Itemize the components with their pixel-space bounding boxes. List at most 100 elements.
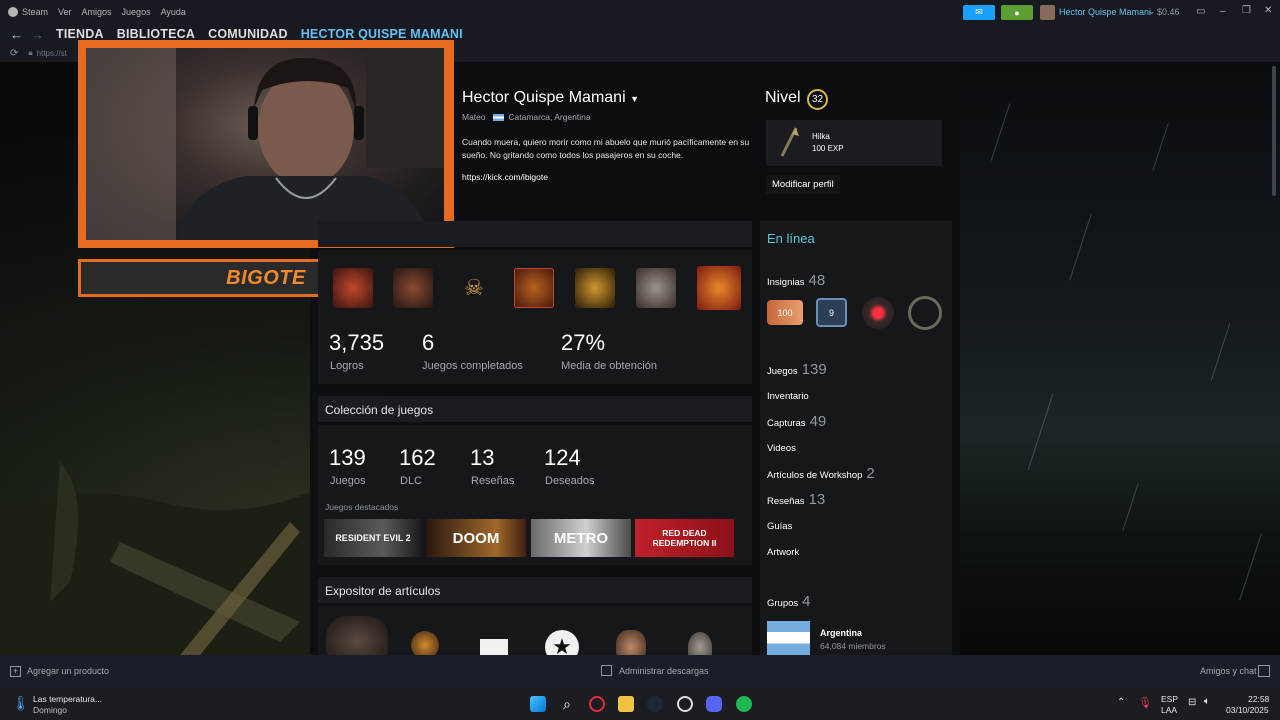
badge-100[interactable]: 100 <box>767 300 803 325</box>
badge-gem[interactable] <box>862 297 894 329</box>
avatar[interactable] <box>1040 5 1055 20</box>
notifications-button[interactable]: ● <box>1001 5 1033 20</box>
account-name[interactable]: Hector Quispe Mamani <box>1059 7 1151 17</box>
completion-rate: 27% <box>561 330 606 355</box>
reviews-link[interactable]: Reseñas 13 <box>767 491 825 508</box>
thermometer-icon[interactable]: 🌡︎ <box>12 695 30 712</box>
groups-link[interactable]: Grupos 4 <box>767 593 811 610</box>
achievement-icon-4[interactable] <box>514 268 554 308</box>
chevron-down-icon[interactable]: ⌄ <box>1148 6 1156 17</box>
chat-icon[interactable] <box>1258 665 1270 677</box>
manage-downloads-button[interactable]: Administrar descargas <box>619 666 709 676</box>
achievement-icon-6[interactable] <box>636 268 676 308</box>
url-text[interactable]: https://st <box>37 49 67 58</box>
clock-date[interactable]: 03/10/2025 <box>1226 705 1269 715</box>
featured-game-rdr2[interactable]: RED DEAD REDEMPTION II <box>635 519 734 557</box>
microphone-icon[interactable]: 🎙︎ <box>1138 696 1152 709</box>
minimize-icon[interactable]: – <box>1220 6 1226 17</box>
games-completed-label: Juegos completados <box>422 360 523 372</box>
add-product-button[interactable]: Agregar un producto <box>27 666 109 676</box>
windows-start-icon[interactable] <box>530 696 546 712</box>
steam-taskbar-icon[interactable] <box>647 696 663 712</box>
achievements-total: 3,735 <box>329 330 385 355</box>
collection-header[interactable]: Colección de juegos <box>318 396 752 422</box>
group-avatar-argentina[interactable] <box>767 621 810 655</box>
tray-chevron-icon[interactable]: ⌃ <box>1117 697 1125 708</box>
language-top[interactable]: ESP <box>1161 694 1178 704</box>
menu-games[interactable]: Juegos <box>122 7 151 17</box>
collection-dlc-count[interactable]: 162 <box>399 445 436 471</box>
steam-logo-icon[interactable] <box>8 7 18 17</box>
achievement-icon-7[interactable] <box>697 266 741 310</box>
featured-game-doom[interactable]: DOOM <box>426 519 526 557</box>
group-name[interactable]: Argentina <box>820 628 862 638</box>
achievement-icon-2[interactable] <box>393 268 433 308</box>
add-icon[interactable]: + <box>10 666 21 677</box>
inventory-link[interactable]: Inventario <box>767 391 809 402</box>
collection-wishlist-count[interactable]: 124 <box>544 445 581 471</box>
tab-library[interactable]: BIBLIOTECA <box>117 27 195 41</box>
showcase-item-1[interactable] <box>326 616 388 655</box>
featured-games-label: Juegos destacados <box>325 502 399 512</box>
menu-steam[interactable]: Steam <box>22 7 48 17</box>
menu-friends[interactable]: Amigos <box>82 7 112 17</box>
badge-name: Hilka <box>812 132 830 141</box>
badges-link[interactable]: Insignias 48 <box>767 272 825 289</box>
back-arrow-icon[interactable]: ← <box>10 27 23 42</box>
search-icon[interactable]: ⌕ <box>559 696 575 712</box>
friends-chat-button[interactable]: Amigos y chat <box>1200 666 1257 676</box>
guides-link[interactable]: Guías <box>767 521 792 532</box>
weather-title[interactable]: Las temperatura... <box>33 694 102 704</box>
reload-icon[interactable]: ⟳ <box>10 48 18 59</box>
big-picture-icon[interactable]: ▭ <box>1196 6 1205 17</box>
showcase-header[interactable]: Expositor de artículos <box>318 577 752 603</box>
featured-game-metro[interactable]: METRO <box>531 519 631 557</box>
showcase-item-5[interactable] <box>616 630 646 655</box>
network-icon[interactable]: ⊟ <box>1188 697 1196 708</box>
badge-ring[interactable] <box>908 296 942 330</box>
featured-game-re2[interactable]: RESIDENT EVIL 2 <box>324 519 422 557</box>
videos-link[interactable]: Videos <box>767 443 796 454</box>
edit-profile-button[interactable]: Modificar perfil <box>766 175 840 194</box>
clock-time[interactable]: 22:58 <box>1248 694 1269 704</box>
tab-profile[interactable]: HECTOR QUISPE MAMANI <box>301 27 463 41</box>
showcase-item-2[interactable] <box>411 631 439 655</box>
profile-name[interactable]: Hector Quispe Mamani ▼ <box>462 89 639 107</box>
forward-arrow-icon[interactable]: → <box>31 27 44 42</box>
profile-link[interactable]: https://kick.com/ibigote <box>462 172 548 182</box>
achievement-icon-5[interactable] <box>575 268 615 308</box>
achievements-header[interactable] <box>318 221 752 247</box>
star-icon[interactable]: ★ <box>545 630 579 655</box>
file-explorer-icon[interactable] <box>618 696 634 712</box>
screenshots-link[interactable]: Capturas 49 <box>767 413 826 430</box>
tab-store[interactable]: TIENDA <box>56 27 104 41</box>
obs-icon[interactable] <box>677 696 693 712</box>
skull-icon[interactable]: ☠ <box>454 268 494 308</box>
maximize-icon[interactable]: ❐ <box>1242 5 1251 16</box>
announcements-button[interactable]: ✉ <box>963 5 995 20</box>
showcase-item-6[interactable] <box>688 632 712 655</box>
download-icon[interactable] <box>601 665 612 676</box>
menu-help[interactable]: Ayuda <box>161 7 186 17</box>
tab-community[interactable]: COMUNIDAD <box>208 27 288 41</box>
close-icon[interactable]: ✕ <box>1264 5 1272 16</box>
opera-icon[interactable] <box>589 696 605 712</box>
spotify-icon[interactable] <box>736 696 752 712</box>
achievement-icon-1[interactable] <box>333 268 373 308</box>
collection-games-count[interactable]: 139 <box>329 445 366 471</box>
menu-view[interactable]: Ver <box>58 7 72 17</box>
megaphone-icon: ✉ <box>975 7 983 17</box>
completion-rate-label: Media de obtención <box>561 360 658 372</box>
caret-down-icon[interactable]: ▼ <box>630 94 639 104</box>
badge-years[interactable]: 9 <box>816 298 847 327</box>
featured-badge[interactable]: Hilka 100 EXP <box>766 120 942 166</box>
games-link[interactable]: Juegos 139 <box>767 361 827 378</box>
volume-icon[interactable]: 🔈︎ <box>1204 696 1210 707</box>
discord-icon[interactable] <box>706 696 722 712</box>
artwork-link[interactable]: Artwork <box>767 547 799 558</box>
language-bottom[interactable]: LAA <box>1161 705 1177 715</box>
workshop-link[interactable]: Artículos de Workshop 2 <box>767 465 875 482</box>
page-scrollbar[interactable] <box>1272 66 1276 196</box>
showcase-item-3[interactable] <box>480 639 508 655</box>
collection-reviews-count[interactable]: 13 <box>470 445 494 471</box>
